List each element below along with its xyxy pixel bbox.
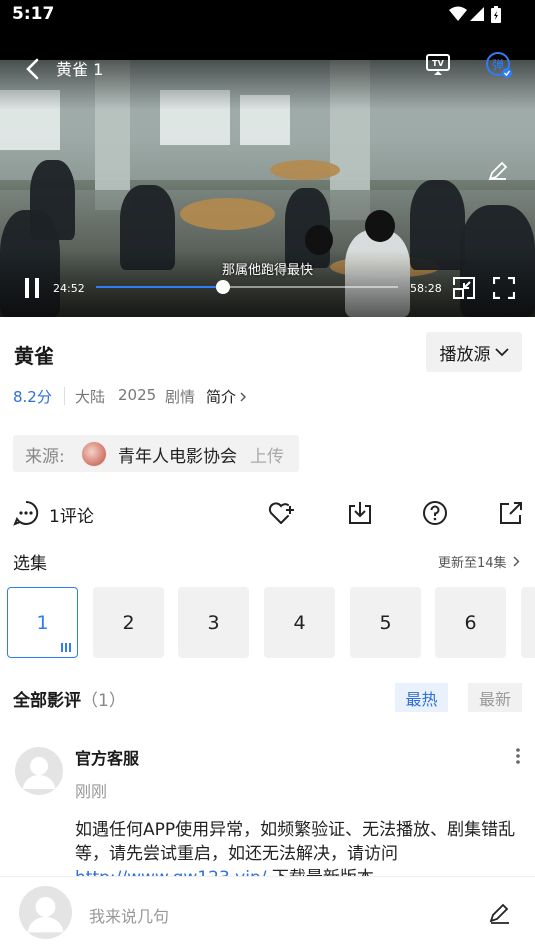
review-more-button[interactable] [505, 747, 531, 769]
favorite-button[interactable] [267, 498, 297, 528]
total-time: 58:28 [410, 282, 442, 295]
source-button-label: 播放源 [439, 344, 491, 365]
more-vertical-icon [516, 748, 520, 764]
episode-button[interactable]: 3 [178, 587, 249, 658]
comment-bar [0, 876, 535, 951]
pencil-icon [488, 161, 508, 181]
meta-year: 2025 [118, 386, 157, 404]
battery-icon [490, 6, 502, 28]
upload-prefix: 来源: [25, 447, 65, 467]
pause-icon [25, 278, 39, 298]
share-icon [500, 502, 522, 524]
video-frame-table [180, 198, 275, 230]
danmaku-icon: 弹 [486, 52, 512, 78]
review-author[interactable]: 官方客服 [75, 745, 139, 769]
episode-label: 4 [293, 611, 306, 634]
episodes-update-link[interactable]: 更新至14集 [438, 552, 520, 571]
user-placeholder-icon [23, 757, 55, 789]
reviews-title: 全部影评（1） [13, 686, 126, 711]
write-comment-button[interactable] [486, 900, 514, 928]
my-avatar[interactable] [19, 886, 72, 939]
chevron-right-icon [240, 392, 247, 401]
pencil-icon [489, 903, 509, 924]
player-title: 黄雀 1 [56, 60, 104, 79]
tab-newest[interactable]: 最新 [468, 683, 522, 712]
upload-suffix: 上传 [250, 447, 284, 467]
video-frame-person [365, 210, 395, 242]
signal-icon [469, 6, 485, 26]
download-button[interactable] [345, 498, 375, 528]
chevron-left-icon [26, 58, 39, 80]
svg-text:TV: TV [432, 59, 444, 68]
meta-divider [64, 387, 65, 405]
episodes-update-text: 更新至14集 [438, 556, 507, 571]
review-text: 如遇任何APP使用异常，如频繁验证、无法播放、剧集错乱等，请先尝试重启，如还无法… [75, 820, 516, 864]
video-title: 黄雀 [14, 344, 54, 368]
rating-score: 8.2分 [13, 388, 52, 406]
seek-handle[interactable] [215, 280, 230, 294]
uploader-avatar [81, 441, 107, 467]
pip-button[interactable] [452, 276, 476, 300]
episode-button[interactable] [521, 587, 535, 658]
reviews-title-text: 全部影评 [13, 691, 81, 711]
fullscreen-icon [493, 277, 515, 299]
comment-count[interactable]: 1评论 [49, 502, 94, 527]
question-circle-icon [423, 501, 447, 525]
status-time: 5:17 [12, 4, 55, 24]
tab-hottest[interactable]: 最热 [395, 683, 448, 712]
cast-button[interactable]: TV [424, 51, 452, 79]
episode-button[interactable]: 5 [350, 587, 421, 658]
episode-label: 3 [207, 611, 220, 634]
comment-input[interactable]: 我来说几句 [89, 903, 169, 927]
picture-in-picture-icon [453, 277, 475, 299]
intro-link[interactable]: 简介 [206, 386, 247, 407]
chevron-down-icon [494, 348, 509, 357]
episode-label: 6 [464, 611, 477, 634]
episode-label: 5 [379, 611, 392, 634]
episodes-title: 选集 [13, 554, 47, 574]
episode-button[interactable]: 1 [7, 587, 78, 658]
playing-indicator-icon [61, 643, 71, 652]
seek-bar-progress [96, 286, 223, 288]
meta-genre: 剧情 [165, 388, 196, 406]
episode-button[interactable]: 4 [264, 587, 335, 658]
danmaku-toggle[interactable]: 弹 [484, 50, 514, 80]
tv-cast-icon: TV [426, 54, 450, 75]
reviews-count: （1） [81, 691, 126, 711]
user-placeholder-icon [27, 897, 64, 933]
pause-button[interactable] [20, 275, 44, 301]
uploader-name: 青年人电影协会 [118, 447, 237, 467]
episode-button[interactable]: 6 [435, 587, 506, 658]
back-button[interactable] [18, 55, 46, 83]
episode-list: 1 2 3 4 5 6 [0, 587, 535, 659]
status-bar: 5:17 [0, 0, 535, 60]
heart-plus-icon [268, 502, 294, 524]
current-time: 24:52 [53, 282, 85, 295]
fullscreen-button[interactable] [492, 276, 516, 300]
meta-region: 大陆 [75, 388, 106, 406]
wifi-icon [449, 6, 467, 26]
download-icon [349, 502, 371, 524]
review-time: 刚刚 [75, 782, 108, 801]
source-select-button[interactable]: 播放源 [426, 332, 522, 372]
svg-text:弹: 弹 [492, 58, 504, 72]
episode-label: 1 [36, 611, 49, 634]
danmaku-edit-button[interactable] [485, 158, 511, 184]
help-button[interactable] [420, 498, 450, 528]
comment-bubble-icon [13, 500, 39, 526]
episode-button[interactable]: 2 [93, 587, 164, 658]
share-button[interactable] [496, 498, 526, 528]
video-frame-table [270, 160, 340, 180]
intro-label: 简介 [206, 388, 237, 406]
chevron-right-icon [513, 556, 520, 567]
episode-label: 2 [122, 611, 135, 634]
comment-button[interactable] [11, 498, 41, 528]
avatar[interactable] [15, 747, 63, 795]
